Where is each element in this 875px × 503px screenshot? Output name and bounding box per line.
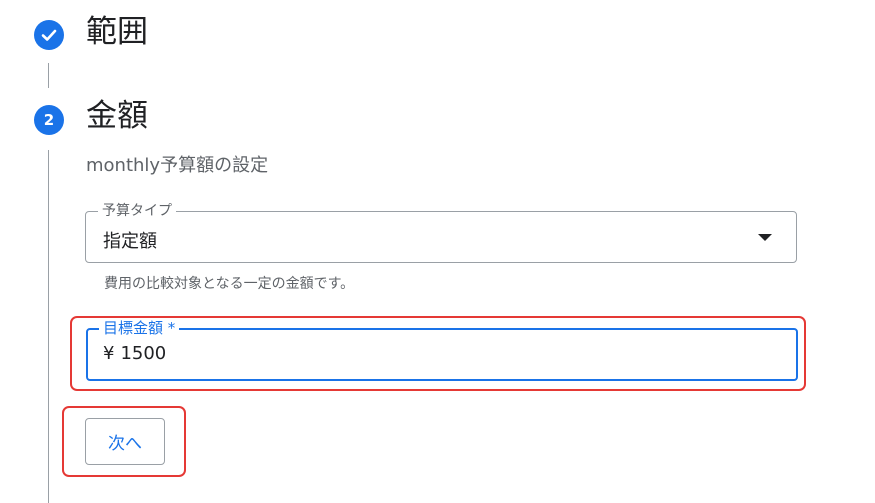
budget-stepper: 範囲 2 金額 monthly予算額の設定 予算タイプ 指定額 費用の比較対象と… xyxy=(0,0,875,503)
currency-symbol: ¥ xyxy=(103,343,115,364)
step-2-subtitle: monthly予算額の設定 xyxy=(86,155,269,176)
budget-type-value: 指定額 xyxy=(103,231,157,252)
budget-type-label: 予算タイプ xyxy=(98,202,176,220)
step-2-title: 金額 xyxy=(86,98,148,134)
step-1-completed-badge xyxy=(34,20,64,50)
step-content-line xyxy=(48,150,49,503)
step-1-title[interactable]: 範囲 xyxy=(86,17,148,48)
target-amount-label: 目標金額 * xyxy=(99,319,180,337)
target-amount-field[interactable]: 目標金額 * ¥ 1500 xyxy=(86,319,798,381)
step-2-number-badge: 2 xyxy=(34,105,64,135)
step-connector xyxy=(48,63,49,88)
budget-type-select[interactable]: 予算タイプ 指定額 xyxy=(85,202,797,263)
dropdown-arrow-icon xyxy=(758,234,772,241)
target-amount-value: 1500 xyxy=(120,343,167,364)
budget-type-helper-text: 費用の比較対象となる一定の金額です。 xyxy=(104,276,355,292)
check-icon xyxy=(41,29,57,41)
next-button[interactable]: 次へ xyxy=(85,418,165,465)
target-amount-input[interactable]: ¥ 1500 xyxy=(103,343,166,364)
